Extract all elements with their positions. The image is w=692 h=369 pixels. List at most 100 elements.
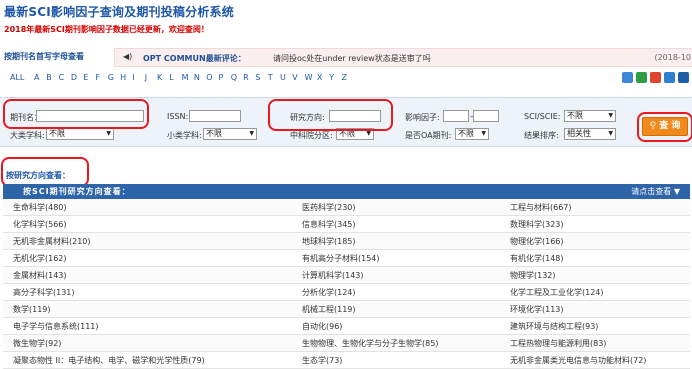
letter-link-y[interactable]: Y xyxy=(329,73,334,82)
table-row: 无机非金属材料(210) 地球科学(185) 物理化学(166) xyxy=(3,233,690,250)
toolbar-icon-share[interactable] xyxy=(636,72,647,83)
minor-subject-select[interactable]: 不限 ▼ xyxy=(203,128,257,140)
speaker-icon: ◀) xyxy=(123,52,133,61)
direction-link[interactable]: 机械工程(119) xyxy=(302,304,356,315)
direction-link[interactable]: 高分子科学(131) xyxy=(13,287,75,298)
letter-link-v[interactable]: V xyxy=(292,73,297,82)
letter-link-u[interactable]: U xyxy=(280,73,286,82)
letter-link-a[interactable]: A xyxy=(34,73,39,82)
direction-link[interactable]: 自动化(96) xyxy=(302,321,342,332)
oa-label: 是否OA期刊: xyxy=(405,131,452,140)
direction-link[interactable]: 分析化学(124) xyxy=(302,287,356,298)
chevron-down-icon: ▼ xyxy=(608,130,613,137)
chevron-down-icon: ▼ xyxy=(106,130,111,137)
letter-link-t[interactable]: T xyxy=(268,73,273,82)
letter-link-all[interactable]: ALL xyxy=(10,73,24,82)
direction-link[interactable]: 有机高分子材料(154) xyxy=(302,253,380,264)
highlight-journal-name xyxy=(3,99,149,129)
letter-link-w[interactable]: W xyxy=(305,73,313,82)
direction-section-label: 按研究方向查看： xyxy=(6,171,70,180)
direction-link[interactable]: 生命科学(480) xyxy=(13,202,67,213)
news-bar[interactable]: ◀) OPT COMMUN最新评论： 请问投oc处在under review状态… xyxy=(114,48,692,67)
toolbar-icon-qq[interactable] xyxy=(664,72,675,83)
toolbar-icon-add[interactable] xyxy=(622,72,633,83)
letter-link-g[interactable]: G xyxy=(108,73,114,82)
sort-select[interactable]: 相关性 ▼ xyxy=(564,128,616,140)
news-source[interactable]: OPT COMMUN最新评论： xyxy=(143,53,246,64)
direction-grid: 生命科学(480) 医药科学(230) 工程与材料(667) 化学科学(566) 信息科… xyxy=(3,199,690,369)
letter-link-z[interactable]: Z xyxy=(342,73,347,82)
letter-link-o[interactable]: O xyxy=(206,73,212,82)
letter-link-x[interactable]: X xyxy=(317,73,322,82)
direction-link[interactable]: 计算机科学(143) xyxy=(302,270,364,281)
letter-link-n[interactable]: N xyxy=(194,73,200,82)
letter-link-q[interactable]: Q xyxy=(231,73,237,82)
letter-link-j[interactable]: J xyxy=(145,73,147,82)
table-row: 数学(119) 机械工程(119) 环境化学(113) xyxy=(3,301,690,318)
direction-header-title: 按SCI期刊研究方向查看： xyxy=(23,187,131,196)
direction-link[interactable]: 微生物学(92) xyxy=(13,338,61,349)
letter-link-s[interactable]: S xyxy=(255,73,260,82)
direction-link[interactable]: 无机化学(162) xyxy=(13,253,67,264)
direction-link[interactable]: 数学(119) xyxy=(13,304,51,315)
table-row: 电子学与信息系统(111) 自动化(96) 建筑环境与结构工程(93) xyxy=(3,318,690,335)
news-date: (2018-10 xyxy=(654,53,691,62)
toolbar-icon-weibo[interactable] xyxy=(650,72,661,83)
impact-factor-label: 影响因子: xyxy=(405,113,440,122)
direction-link[interactable]: 物理化学(166) xyxy=(510,236,564,247)
letter-link-f[interactable]: F xyxy=(96,73,101,82)
letter-link-l[interactable]: L xyxy=(169,73,173,82)
chevron-down-icon: ▼ xyxy=(481,130,486,137)
direction-link[interactable]: 凝聚态物性 II：电子结构、电学、磁学和光学性质(79) xyxy=(13,355,205,366)
direction-link[interactable]: 工程与材料(667) xyxy=(510,202,572,213)
direction-link[interactable]: 无机非金属材料(210) xyxy=(13,236,91,247)
direction-link[interactable]: 医药科学(230) xyxy=(302,202,356,213)
sci-label: SCI/SCIE: xyxy=(524,112,561,121)
direction-header-toggle[interactable]: 请点击查看 ▼ xyxy=(631,186,680,197)
issn-input[interactable] xyxy=(189,110,241,122)
highlight-direction xyxy=(268,99,393,131)
letter-link-h[interactable]: H xyxy=(120,73,126,82)
letter-link-r[interactable]: R xyxy=(243,73,249,82)
direction-link[interactable]: 有机化学(148) xyxy=(510,253,564,264)
direction-link[interactable]: 环境化学(113) xyxy=(510,304,564,315)
news-text[interactable]: 请问投oc处在under review状态是送审了吗 xyxy=(273,53,431,64)
letter-link-b[interactable]: B xyxy=(46,73,52,82)
toolbar-icon-renren[interactable] xyxy=(678,72,689,83)
letter-link-p[interactable]: P xyxy=(219,73,224,82)
sci-select[interactable]: 不限 ▼ xyxy=(564,110,616,122)
letter-nav-label: 按期刊名首写字母查看 xyxy=(4,52,84,61)
direction-link[interactable]: 无机非金属类光电信息与功能材料(72) xyxy=(510,355,646,366)
direction-link[interactable]: 生物物理、生物化学与分子生物学(85) xyxy=(302,338,438,349)
direction-link[interactable]: 工程热物理与能源利用(83) xyxy=(510,338,606,349)
direction-link[interactable]: 金属材料(143) xyxy=(13,270,67,281)
direction-link[interactable]: 化学工程及工业化学(124) xyxy=(510,287,604,298)
direction-link[interactable]: 生态学(73) xyxy=(302,355,342,366)
letter-link-m[interactable]: M xyxy=(182,73,189,82)
impact-factor-min-input[interactable] xyxy=(443,110,469,122)
chevron-down-icon: ▼ xyxy=(249,130,254,137)
letter-link-i[interactable]: I xyxy=(132,73,134,82)
direction-link[interactable]: 电子学与信息系统(111) xyxy=(13,321,99,332)
letter-nav: ALL A B C D E F G H I J K L M N O P Q R S T U V W X Y Z xyxy=(0,70,692,86)
letter-link-k[interactable]: K xyxy=(157,73,162,82)
table-row: 生命科学(480) 医药科学(230) 工程与材料(667) xyxy=(3,199,690,216)
direction-link[interactable]: 化学科学(566) xyxy=(13,219,67,230)
letter-link-d[interactable]: D xyxy=(71,73,77,82)
letter-link-e[interactable]: E xyxy=(83,73,88,82)
direction-header[interactable]: 按SCI期刊研究方向查看： 请点击查看 ▼ xyxy=(3,184,690,199)
page-title: 最新SCI影响因子查询及期刊投稿分析系统 xyxy=(4,5,234,19)
letter-link-c[interactable]: C xyxy=(59,73,65,82)
direction-link[interactable]: 建筑环境与结构工程(93) xyxy=(510,321,598,332)
issn-label: ISSN: xyxy=(167,112,189,121)
major-subject-label: 大类学科: xyxy=(10,131,45,140)
direction-link[interactable]: 地球科学(185) xyxy=(302,236,356,247)
oa-select[interactable]: 不限 ▼ xyxy=(455,128,489,140)
direction-link[interactable]: 数理科学(323) xyxy=(510,219,564,230)
major-subject-select[interactable]: 不限 ▼ xyxy=(46,128,114,140)
table-row: 微生物学(92) 生物物理、生物化学与分子生物学(85) 工程热物理与能源利用(83… xyxy=(3,335,690,352)
sort-label: 结果排序: xyxy=(524,131,559,140)
direction-link[interactable]: 物理学(132) xyxy=(510,270,556,281)
impact-factor-max-input[interactable] xyxy=(473,110,499,122)
direction-link[interactable]: 信息科学(345) xyxy=(302,219,356,230)
